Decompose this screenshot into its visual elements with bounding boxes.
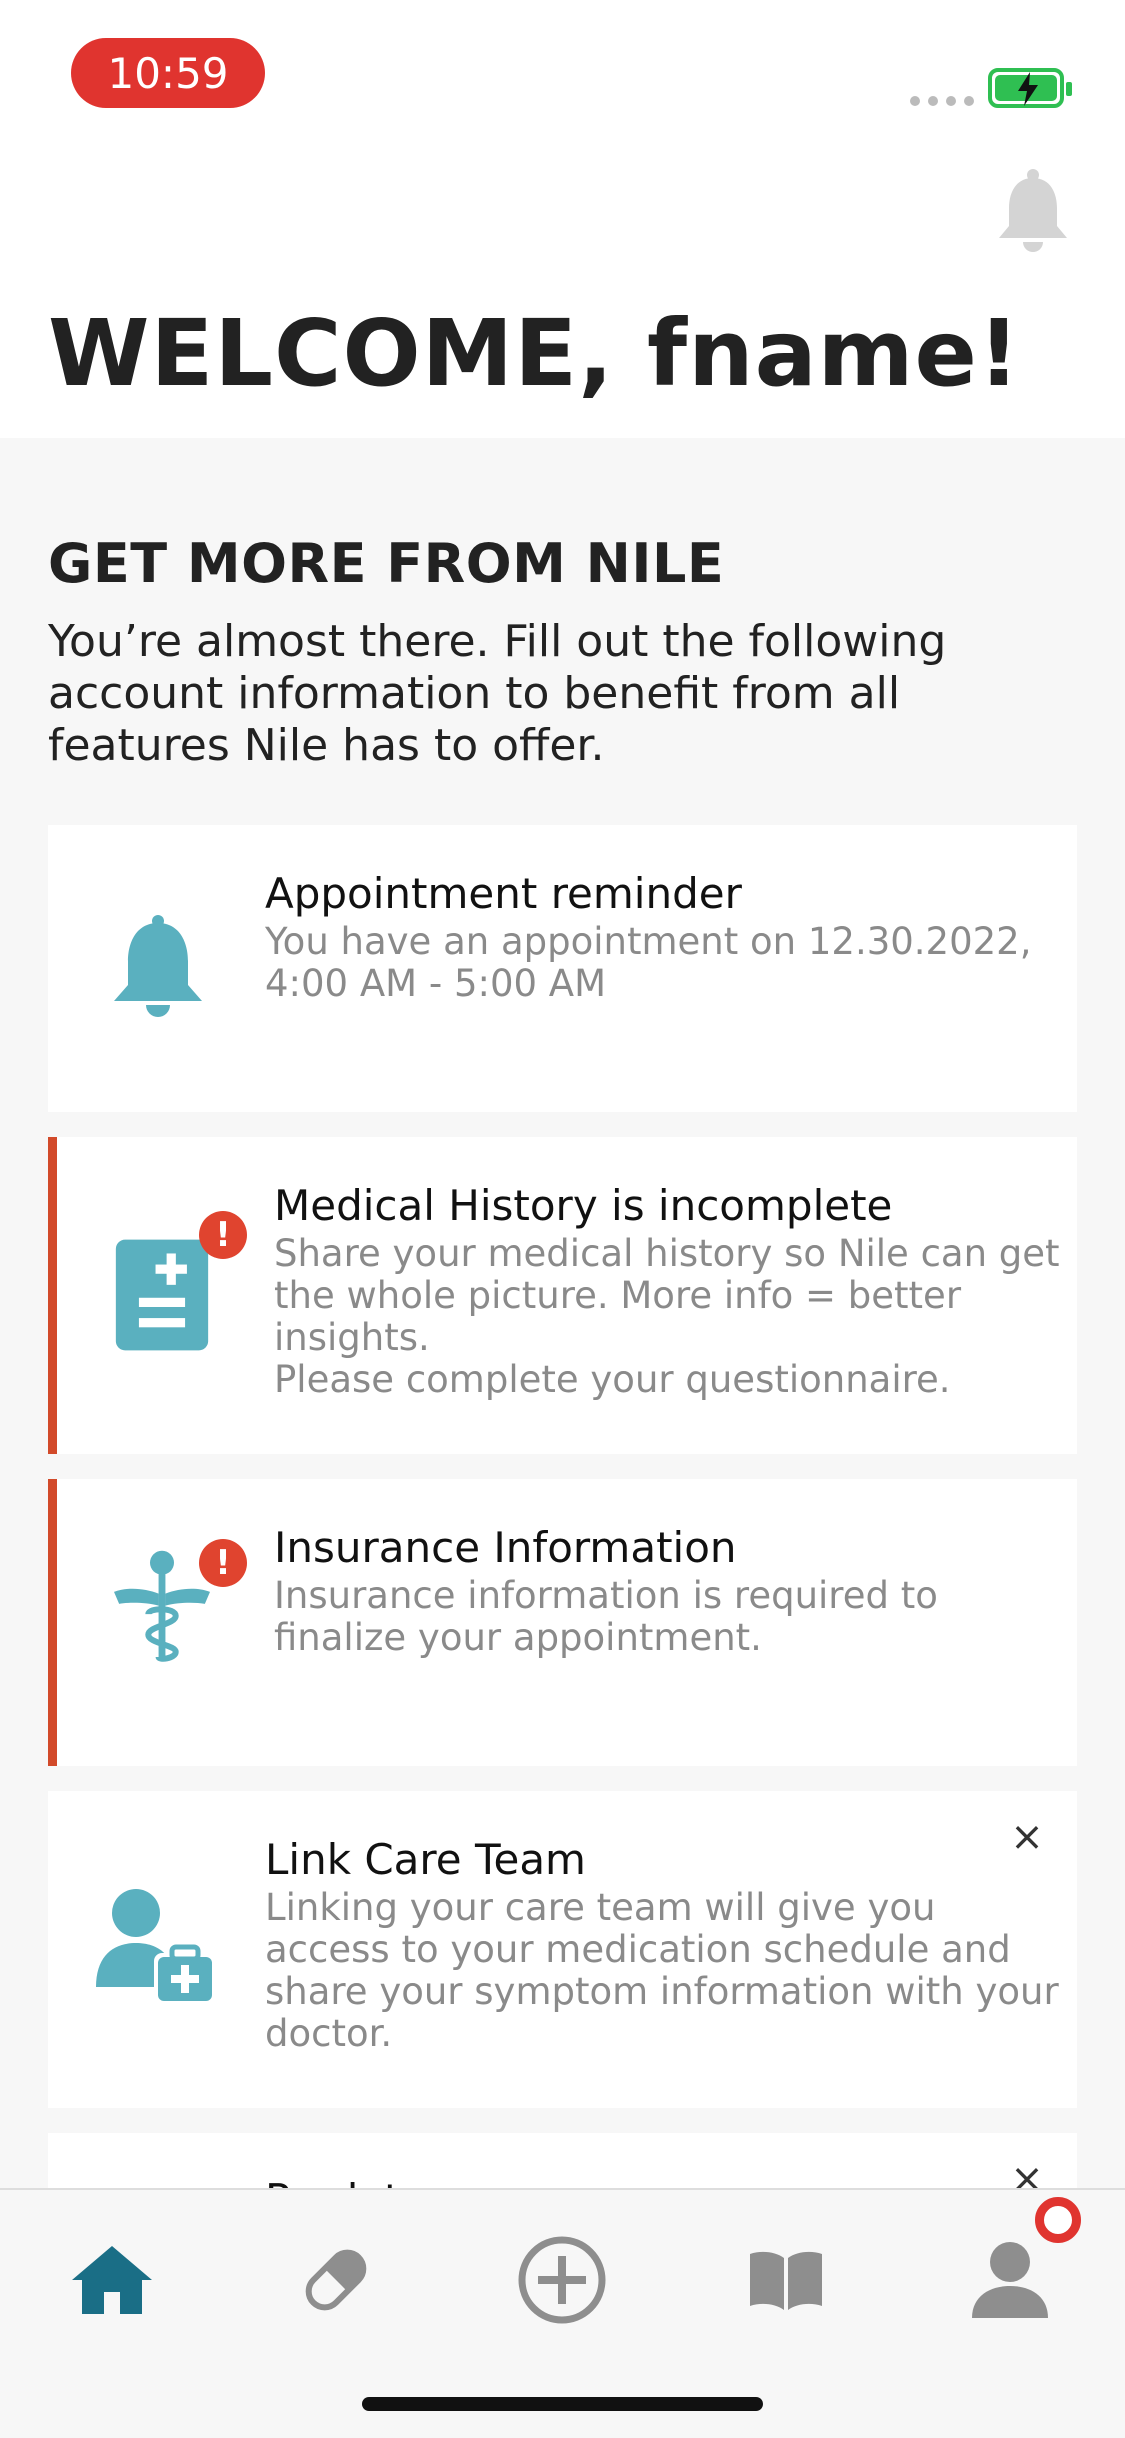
- pill-icon: [305, 2249, 367, 2311]
- home-icon: [72, 2246, 152, 2314]
- status-bar: 10:59: [0, 0, 1125, 140]
- book-icon: [750, 2251, 822, 2310]
- add-icon: [518, 2236, 606, 2324]
- care-team-icon: [96, 1889, 214, 2003]
- status-time: 10:59: [71, 38, 265, 108]
- profile-icon: [972, 2242, 1048, 2318]
- tab-profile[interactable]: [960, 2230, 1060, 2330]
- alert-badge: !: [199, 1211, 247, 1259]
- card-title: Link Care Team: [265, 1835, 586, 1884]
- alert-badge: !: [199, 1539, 247, 1587]
- notification-bell-icon[interactable]: [995, 168, 1071, 258]
- bell-icon: [114, 915, 202, 1017]
- card-text: Linking your care team will give you acc…: [265, 1886, 1059, 2055]
- card-text: Share your medical history so Nile can g…: [274, 1232, 1060, 1401]
- tab-medications[interactable]: [286, 2230, 386, 2330]
- close-icon[interactable]: ×: [1007, 1817, 1047, 1857]
- card-title: Medical History is incomplete: [274, 1181, 893, 1230]
- section-description: You’re almost there. Fill out the follow…: [48, 616, 947, 771]
- tab-add[interactable]: [512, 2230, 612, 2330]
- tab-library[interactable]: [736, 2230, 836, 2330]
- insurance-card[interactable]: ! Insurance Information Insurance inform…: [48, 1479, 1077, 1766]
- appointment-card[interactable]: Appointment reminder You have an appoint…: [48, 825, 1077, 1112]
- card-text: You have an appointment on 12.30.2022, 4…: [265, 920, 1032, 1005]
- profile-notification-badge: [1035, 2197, 1081, 2243]
- card-title: Insurance Information: [274, 1523, 737, 1572]
- signal-icon: [910, 96, 974, 106]
- section-title: GET MORE FROM NILE: [48, 532, 725, 595]
- card-title: Appointment reminder: [265, 869, 742, 918]
- medical-record-icon: [115, 1239, 209, 1351]
- card-text: Insurance information is required to fin…: [274, 1574, 938, 1659]
- battery-icon: [988, 68, 1072, 108]
- home-indicator: [362, 2397, 763, 2411]
- welcome-title: WELCOME, fname!: [48, 300, 1021, 407]
- tab-home[interactable]: [62, 2230, 162, 2330]
- medical-history-card[interactable]: ! Medical History is incomplete Share yo…: [48, 1137, 1077, 1454]
- link-care-team-card[interactable]: × Link Care Team Linking your care team …: [48, 1791, 1077, 2108]
